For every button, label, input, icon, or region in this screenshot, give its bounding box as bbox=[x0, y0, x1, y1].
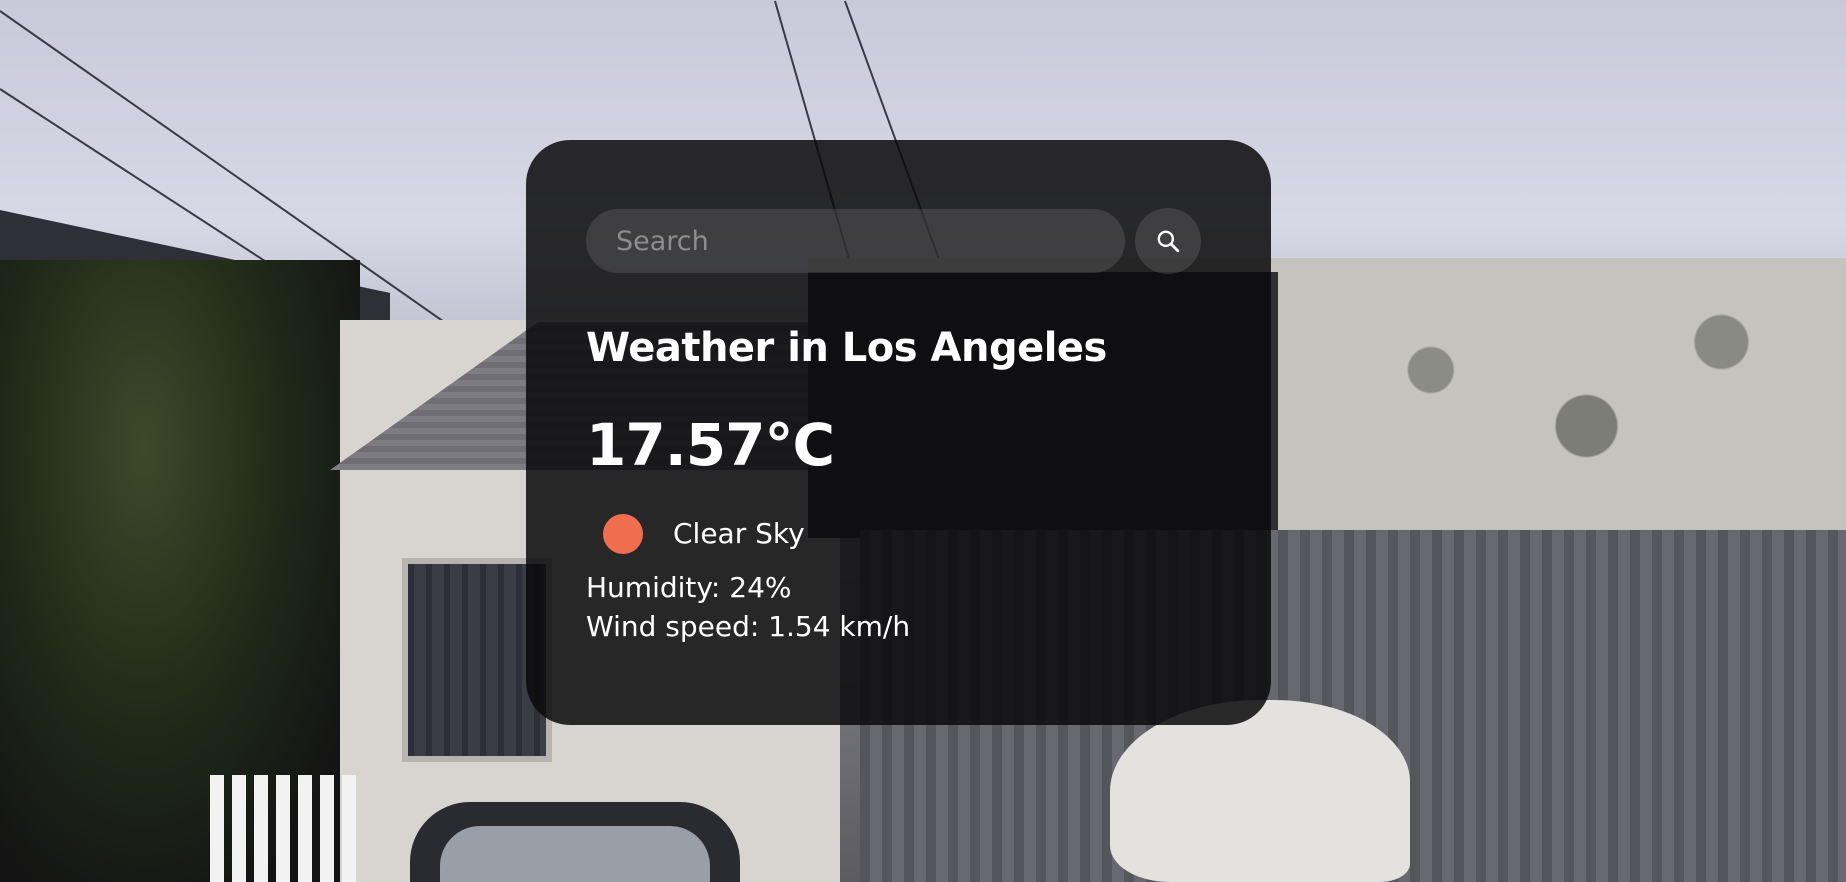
search-bar bbox=[586, 208, 1211, 274]
weather-card: Weather in Los Angeles 17.57°C Clear Sky… bbox=[526, 140, 1271, 725]
temperature: 17.57°C bbox=[586, 411, 835, 479]
sun-icon bbox=[603, 513, 643, 554]
paint-patch bbox=[1110, 700, 1410, 882]
car-window bbox=[440, 826, 710, 882]
humidity-text: Humidity: 24% bbox=[586, 570, 792, 604]
search-input[interactable] bbox=[586, 209, 1125, 273]
wind-speed-text: Wind speed: 1.54 km/h bbox=[586, 609, 911, 643]
picket-fence bbox=[210, 775, 360, 882]
search-icon bbox=[1157, 230, 1180, 253]
weather-stats: Humidity: 24% Wind speed: 1.54 km/h bbox=[586, 568, 1211, 646]
search-button[interactable] bbox=[1135, 208, 1201, 274]
condition-label: Clear Sky bbox=[673, 517, 805, 551]
city-title: Weather in Los Angeles bbox=[586, 325, 1107, 371]
condition-row: Clear Sky bbox=[586, 513, 1211, 554]
